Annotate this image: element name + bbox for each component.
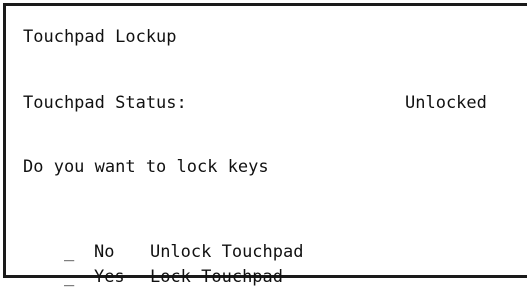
option-yes-key: Yes [93, 267, 125, 287]
option-yes-description: Lock Touchpad [149, 267, 284, 287]
lock-keys-question: Do you want to lock keys [23, 157, 269, 177]
screen-title: Touchpad Lockup [23, 27, 177, 47]
option-yes-input-marker[interactable]: _ [64, 267, 74, 287]
terminal-screen: Touchpad Lockup Touchpad Status: Unlocke… [3, 3, 527, 287]
touchpad-status-label: Touchpad Status: [23, 93, 187, 113]
option-yes[interactable]: _ Yes Lock Touchpad [23, 247, 283, 307]
touchpad-status-value: Unlocked [405, 93, 487, 113]
